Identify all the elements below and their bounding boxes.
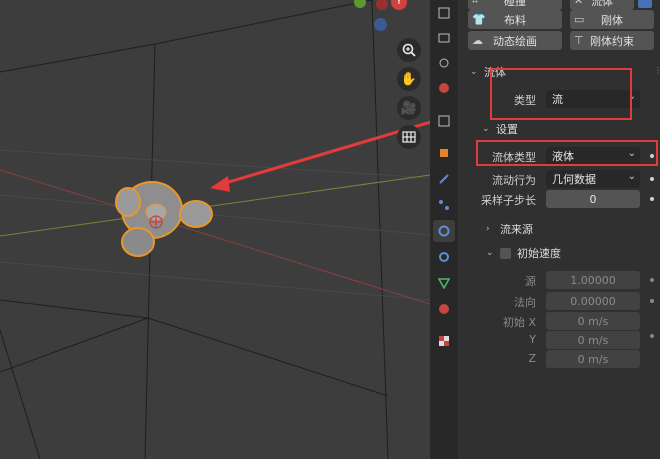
initial-z-label: Z: [528, 352, 536, 365]
flow-behavior-dropdown[interactable]: 几何数据 ⌄: [546, 170, 640, 188]
physics-icon[interactable]: [433, 220, 455, 242]
rigid-constraint-button[interactable]: ⊤ 刚体约束: [570, 31, 654, 50]
chevron-down-icon: ⌄: [627, 171, 636, 182]
keyframe-dot[interactable]: [650, 299, 654, 303]
keyframe-dot[interactable]: [650, 177, 654, 181]
substeps-field[interactable]: 0: [546, 190, 640, 208]
modifier-icon[interactable]: [433, 168, 455, 190]
drag-handle-icon[interactable]: ⋮: [654, 66, 660, 75]
keyframe-dot[interactable]: [650, 278, 654, 282]
rigid-body-button[interactable]: ▭ 刚体: [570, 10, 654, 29]
fluid-panel-header[interactable]: ⌄ 流体: [470, 64, 506, 80]
initial-z-field[interactable]: 0 m/s: [546, 350, 640, 368]
flow-behavior-label: 流动行为: [492, 174, 536, 187]
hand-icon[interactable]: ✋: [397, 67, 421, 91]
cloth-button[interactable]: 👕 布料: [468, 10, 562, 29]
tool-icon[interactable]: [433, 2, 455, 24]
gizmo-y-label: Y: [391, 0, 407, 10]
rigid-body-icon: ▭: [574, 13, 585, 26]
axis-gizmo[interactable]: Y: [348, 0, 418, 32]
cloth-icon: 👕: [472, 13, 486, 26]
initial-velocity-checkbox[interactable]: [500, 247, 511, 259]
keyframe-dot[interactable]: [650, 334, 654, 338]
collision-icon: ⌗: [472, 0, 479, 7]
properties-tab-bar: [430, 0, 458, 459]
monkey-mesh[interactable]: [115, 181, 213, 257]
fluid-type-label: 类型: [514, 94, 536, 107]
initial-y-label: Y: [529, 333, 536, 346]
dynamic-paint-button[interactable]: ☁ 动态绘画: [468, 31, 562, 50]
object-icon[interactable]: [433, 142, 455, 164]
texture-icon[interactable]: [433, 330, 455, 352]
chevron-down-icon: ⌄: [627, 91, 636, 102]
viewport-scene: [0, 0, 430, 459]
render-icon[interactable]: [433, 27, 455, 49]
close-icon[interactable]: ✕: [574, 0, 583, 7]
flow-source-header[interactable]: › 流来源: [486, 221, 533, 237]
source-field[interactable]: 1.00000: [546, 271, 640, 289]
properties-panel: ⌗ 碰撞 ✕ 流体 👕 布料 ▭ 刚体 ☁ 动态绘画 ⊤ 刚体约束 ⌄ 流体 ⋮ 类型 流 ⌄ …: [458, 0, 660, 459]
chevron-right-icon: ›: [486, 224, 490, 234]
keyframe-dot[interactable]: [650, 197, 654, 201]
initial-x-label: 初始 X: [502, 316, 536, 329]
constraints-icon[interactable]: [433, 246, 455, 268]
chevron-down-icon: ⌄: [627, 148, 636, 159]
initial-x-field[interactable]: 0 m/s: [546, 312, 640, 330]
collision-button[interactable]: ⌗ 碰撞: [468, 0, 562, 10]
source-label: 源: [525, 275, 536, 288]
dynamic-paint-icon: ☁: [472, 34, 483, 47]
fluid-button[interactable]: ✕ 流体: [570, 0, 634, 10]
material-icon[interactable]: [433, 298, 455, 320]
camera-icon[interactable]: 🎥: [397, 96, 421, 120]
output-icon[interactable]: [433, 52, 455, 74]
fluid-type-dropdown[interactable]: 流 ⌄: [546, 90, 640, 108]
initial-y-field[interactable]: 0 m/s: [546, 331, 640, 349]
grid-icon[interactable]: [397, 125, 421, 149]
3d-viewport[interactable]: Y ✋ 🎥: [0, 0, 430, 459]
data-icon[interactable]: [433, 272, 455, 294]
settings-panel-header[interactable]: ⌄ 设置: [482, 121, 518, 137]
normal-label: 法向: [514, 296, 536, 309]
chevron-down-icon: ⌄: [486, 248, 494, 258]
chevron-down-icon: ⌄: [482, 124, 490, 134]
particles-icon[interactable]: [433, 194, 455, 216]
collection-icon[interactable]: [433, 110, 455, 132]
normal-field[interactable]: 0.00000: [546, 292, 640, 310]
zoom-icon[interactable]: [397, 38, 421, 62]
expand-icon[interactable]: [638, 0, 652, 8]
flow-type-dropdown[interactable]: 液体 ⌄: [546, 147, 640, 165]
substeps-label: 采样子步长: [481, 194, 536, 207]
initial-velocity-header[interactable]: ⌄ 初始速度: [486, 245, 561, 261]
keyframe-dot[interactable]: [650, 154, 654, 158]
world-icon[interactable]: [433, 77, 455, 99]
chevron-down-icon: ⌄: [470, 67, 478, 77]
rigid-constraint-icon: ⊤: [574, 34, 584, 47]
flow-type-label: 流体类型: [492, 151, 536, 164]
